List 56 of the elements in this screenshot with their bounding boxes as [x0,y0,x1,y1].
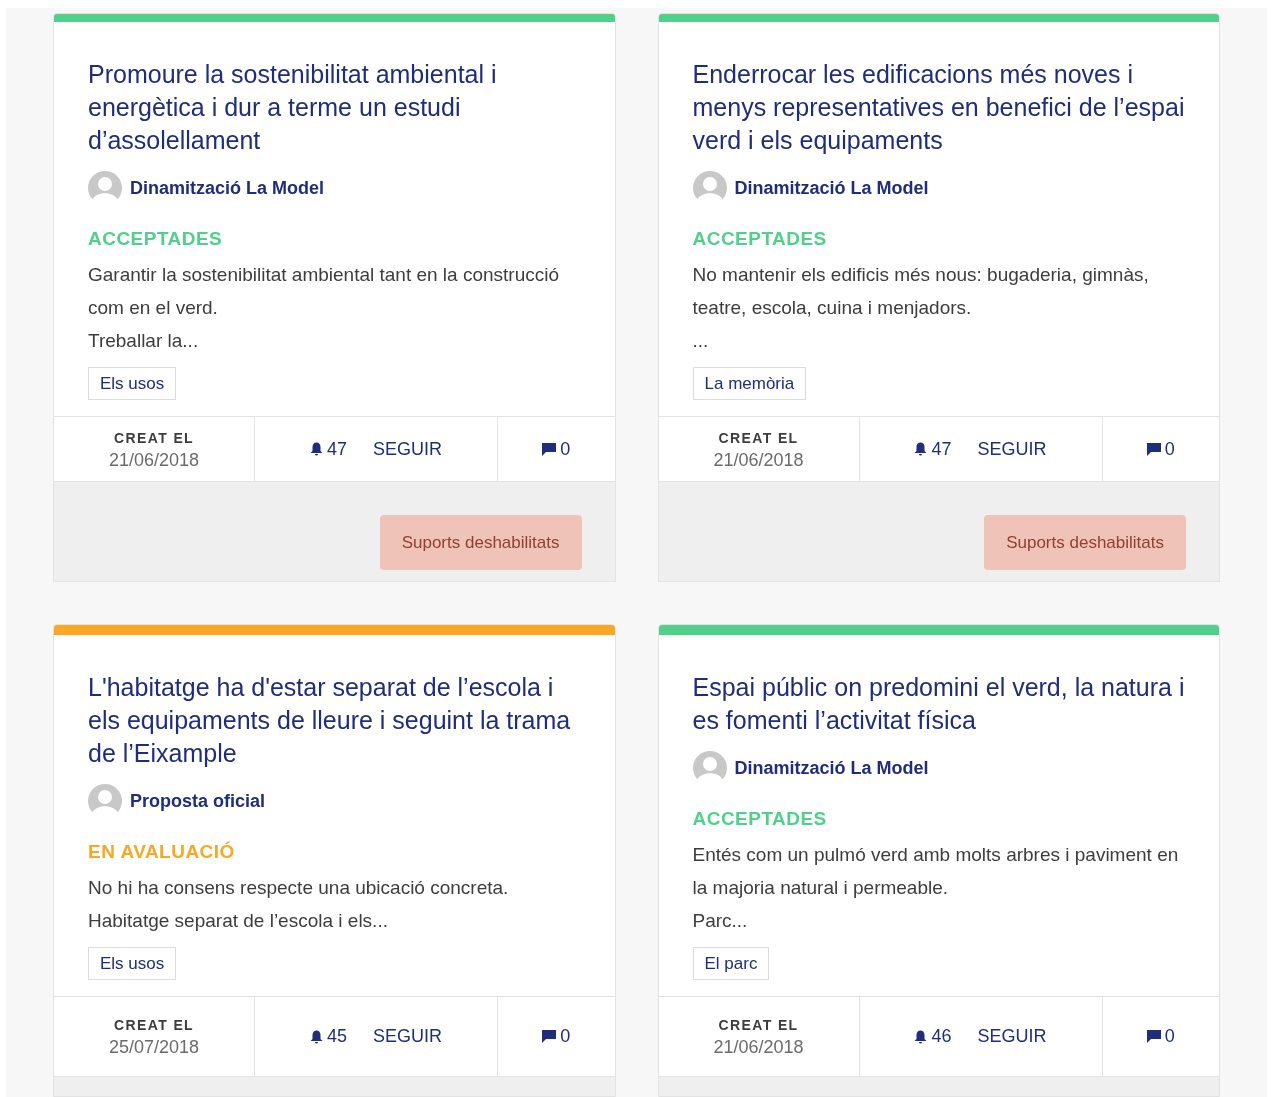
proposal-title[interactable]: Promoure la sostenibilitat ambiental i energètica i dur a terme un estudi d’assolellament [88,58,581,158]
created-date: 21/06/2018 [108,448,200,472]
tag-link[interactable]: El parc [692,946,770,980]
status-label: ACCEPTADES [692,807,828,831]
created-date: 21/06/2018 [713,448,804,472]
bell-icon [914,1029,928,1044]
status-label: ACCEPTADES [88,227,224,252]
author-link[interactable]: Proposta oficial [130,787,266,815]
comment-count: 0 [560,1025,571,1048]
bell-icon [309,442,323,457]
follow-button[interactable]: SEGUIR [373,435,442,463]
author-link[interactable]: Dinamització La Model [734,174,929,202]
comment-count: 0 [560,437,571,461]
follower-count: 47 [931,437,952,461]
bell-icon [914,442,928,457]
follower-count: 46 [931,1025,952,1048]
follower-count: 47 [326,437,347,461]
avatar-icon [692,751,727,785]
description-text: No mantenir els edificis més nous: bugaderia, gimnàs, teatre, escola, cuina i menjadors. [692,262,1150,320]
status-label: EN AVALUACIÓ [88,840,236,864]
status-label: ACCEPTADES [692,227,828,252]
bell-icon [309,1029,323,1044]
tag-link[interactable]: La memòria [692,366,807,401]
description-text: Habitatge separat de l’escola i els... [88,908,389,933]
proposal-title[interactable]: L'habitatge ha d'estar separat de l’escola i els equipaments de lleure i seguint la trama de l’Eixample [88,671,581,770]
follower-count: 45 [326,1025,347,1048]
tag-link[interactable]: Els usos [88,366,177,401]
created-label: CREAT EL [113,428,195,448]
comment-icon [542,442,557,456]
comment-count: 0 [1164,1025,1175,1048]
created-label: CREAT EL [718,428,799,448]
description-text: Treballar la... [88,328,200,353]
follow-button[interactable]: SEGUIR [977,1023,1047,1050]
comment-icon [1146,442,1161,456]
created-date: 25/07/2018 [108,1035,200,1059]
author-link[interactable]: Dinamització La Model [130,174,325,202]
proposal-title[interactable]: Enderrocar les edificacions més noves i menys representatives en benefici de l’espai verd i els equipaments [692,58,1185,158]
description-text: No hi ha consens respecte una ubicació concreta. [88,875,510,900]
description-text: ... [692,328,710,353]
proposal-title[interactable]: Espai públic on predomini el verd, la natura i es fomenti l’activitat física [692,671,1185,737]
avatar-icon [692,171,727,206]
description-text: Entés com un pulmó verd amb molts arbres i paviment en la majoria natural i permeable. [692,842,1180,900]
tag-link[interactable]: Els usos [88,946,177,980]
created-label: CREAT EL [113,1015,195,1035]
avatar-icon [88,784,122,818]
follow-button[interactable]: SEGUIR [977,435,1047,463]
created-label: CREAT EL [718,1015,799,1035]
comment-count: 0 [1164,437,1175,461]
comment-icon [542,1030,557,1043]
created-date: 21/06/2018 [713,1035,804,1059]
description-text: Parc... [692,908,749,933]
author-link[interactable]: Dinamització La Model [734,754,929,782]
description-text: Garantir la sostenibilitat ambiental tant en la construcció com en el verd. [88,262,561,320]
comment-icon [1146,1030,1161,1043]
follow-button[interactable]: SEGUIR [373,1023,442,1050]
avatar-icon [88,171,122,206]
